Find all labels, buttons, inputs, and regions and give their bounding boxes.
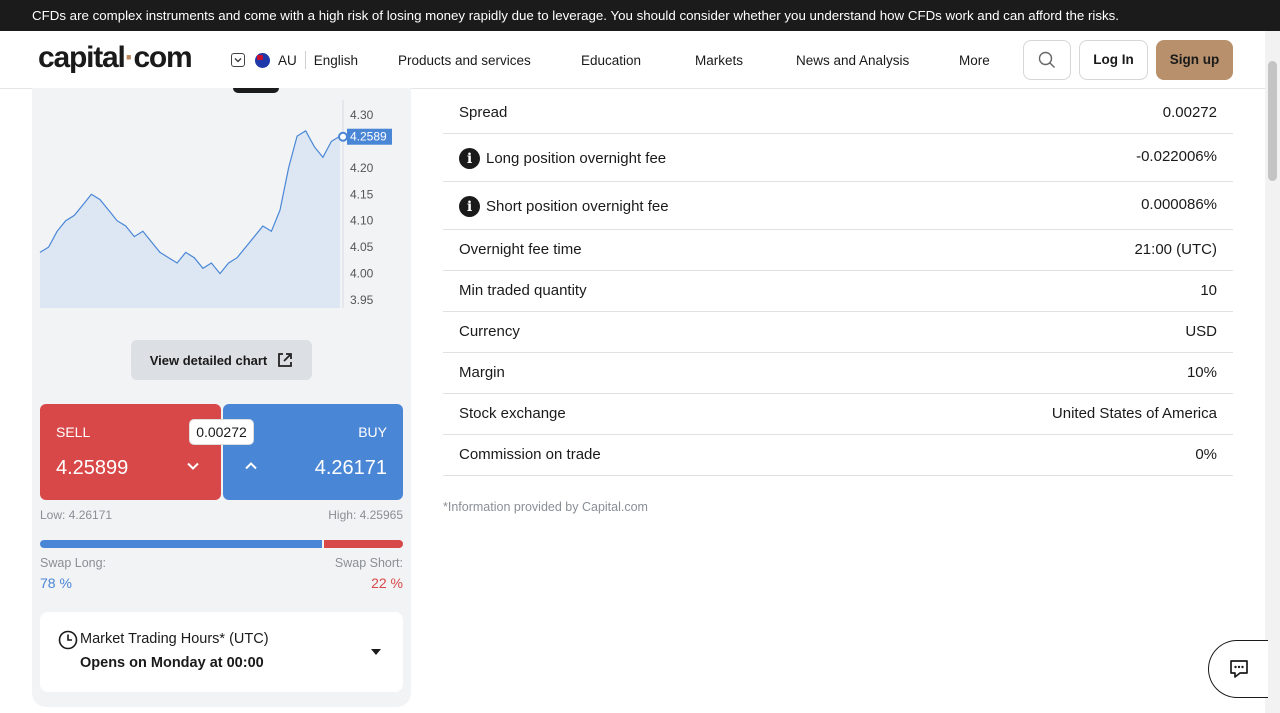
row-label: Spread: [459, 104, 508, 121]
row-value: 21:00 (UTC): [1134, 241, 1217, 258]
table-row: i Short position overnight fee 0.000086%: [443, 182, 1233, 230]
y-tick-label: 3.95: [350, 293, 374, 307]
region-code: AU: [278, 52, 297, 68]
sell-label: SELL: [56, 424, 91, 440]
spread-badge: 0.00272: [190, 420, 253, 444]
market-trading-hours-dropdown[interactable]: Market Trading Hours* (UTC) Opens on Mon…: [40, 612, 403, 692]
info-icon[interactable]: i: [459, 148, 480, 169]
buy-button[interactable]: BUY 4.26171: [223, 404, 403, 500]
page-scrollbar[interactable]: [1265, 31, 1280, 713]
information-source-note: *Information provided by Capital.com: [443, 500, 648, 514]
table-row: Spread 0.00272: [443, 93, 1233, 134]
y-tick-label: 4.10: [350, 214, 374, 228]
chevron-down-icon: [231, 53, 245, 67]
table-row: Overnight fee time 21:00 (UTC): [443, 230, 1233, 271]
chevron-down-icon: [187, 462, 199, 470]
divider: [304, 51, 306, 69]
daily-high: High: 4.25965: [328, 508, 403, 522]
view-detailed-chart-label: View detailed chart: [149, 352, 268, 368]
info-icon[interactable]: i: [459, 196, 480, 217]
table-row: Commission on trade 0%: [443, 435, 1233, 476]
chevron-up-icon: [245, 462, 257, 470]
sell-button[interactable]: SELL 4.25899: [40, 404, 221, 500]
row-label: Commission on trade: [459, 446, 601, 463]
row-label: Currency: [459, 323, 520, 340]
chart-area-fill: [40, 130, 340, 308]
y-tick-label: 4.20: [350, 161, 374, 175]
row-value: 10%: [1186, 364, 1217, 381]
scrollbar-thumb[interactable]: [1268, 61, 1277, 181]
swap-long-label: Swap Long:: [40, 556, 107, 570]
chat-icon: [1229, 660, 1248, 678]
row-label: Margin: [459, 364, 505, 381]
row-label: Overnight fee time: [459, 241, 582, 258]
table-row: Margin 10%: [443, 353, 1233, 394]
row-value: 0.00272: [1162, 104, 1217, 121]
swap-long-bar: [40, 540, 322, 548]
market-hours-status: Opens on Monday at 00:00: [80, 655, 264, 671]
buy-label: BUY: [358, 424, 387, 440]
table-row: Currency USD: [443, 312, 1233, 353]
table-row: i Long position overnight fee -0.022006%: [443, 134, 1233, 182]
nav-more[interactable]: More: [959, 53, 990, 68]
table-row: Stock exchange United States of America: [443, 394, 1233, 435]
buy-price: 4.26171: [314, 457, 387, 479]
current-price-label: 4.2589: [350, 130, 387, 144]
log-in-button[interactable]: Log In: [1079, 40, 1148, 80]
row-value: United States of America: [1051, 405, 1217, 422]
row-label: Long position overnight fee: [486, 150, 667, 167]
y-tick-label: 4.00: [350, 267, 374, 281]
row-value: USD: [1185, 323, 1217, 340]
nav-products-and-services[interactable]: Products and services: [398, 53, 531, 68]
nav-markets[interactable]: Markets: [695, 53, 743, 68]
region-language-selector[interactable]: AU English: [231, 48, 358, 72]
swap-short-bar: [324, 540, 403, 548]
row-value: -0.022006%: [1136, 148, 1217, 165]
row-value: 10: [1200, 282, 1217, 299]
sell-price: 4.25899: [56, 457, 129, 479]
y-tick-label: 4.15: [350, 187, 374, 201]
search-icon: [1038, 51, 1055, 68]
row-value: 0.000086%: [1141, 196, 1217, 213]
capital-com-logo[interactable]: capital·com: [38, 41, 193, 75]
site-header: capital·com AU English Products and serv…: [0, 31, 1265, 89]
language-label: English: [313, 52, 359, 68]
australia-flag-icon: [255, 52, 270, 68]
clock-icon: [58, 630, 78, 650]
view-detailed-chart-button[interactable]: View detailed chart: [131, 340, 312, 380]
chart-tooltip: [233, 88, 279, 93]
price-chart[interactable]: 4.30 4.20 4.15 4.10 4.05 4.00 3.95 4.2589: [39, 100, 405, 315]
current-price-marker: [338, 131, 348, 142]
row-label: Min traded quantity: [459, 282, 587, 299]
y-tick-label: 4.30: [350, 108, 374, 122]
live-chat-button[interactable]: [1208, 640, 1268, 698]
row-label: Stock exchange: [459, 405, 566, 422]
external-link-icon: [278, 353, 293, 367]
table-row: Min traded quantity 10: [443, 271, 1233, 312]
sign-up-button[interactable]: Sign up: [1156, 40, 1233, 80]
row-value: 0%: [1195, 446, 1217, 463]
swap-long-value: 78 %: [40, 575, 72, 591]
swap-short-value: 22 %: [371, 575, 403, 591]
y-tick-label: 4.05: [350, 240, 374, 254]
daily-low: Low: 4.26171: [40, 508, 113, 522]
nav-news-and-analysis[interactable]: News and Analysis: [796, 53, 909, 68]
swap-short-label: Swap Short:: [334, 556, 403, 570]
nav-education[interactable]: Education: [581, 53, 641, 68]
market-hours-title: Market Trading Hours* (UTC): [80, 631, 269, 647]
risk-warning-banner: CFDs are complex instruments and come wi…: [0, 0, 1280, 31]
search-button[interactable]: [1023, 40, 1071, 80]
instrument-details-table: Spread 0.00272 i Long position overnight …: [443, 93, 1233, 476]
caret-down-icon: [371, 649, 381, 655]
row-label: Short position overnight fee: [486, 198, 669, 215]
